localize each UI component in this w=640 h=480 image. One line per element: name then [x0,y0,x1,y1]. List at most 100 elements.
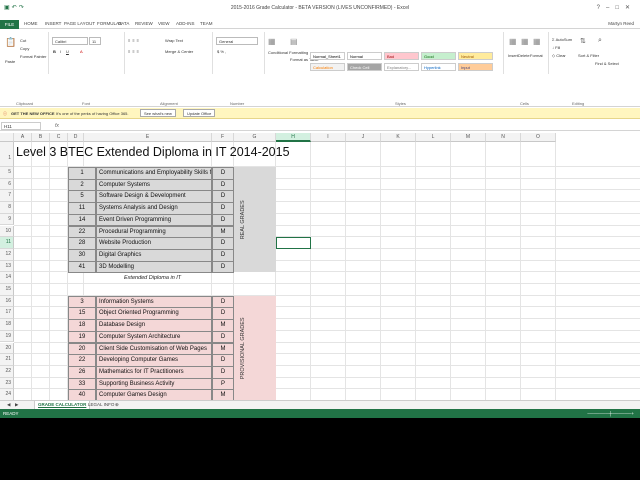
ribbon-tab-team[interactable]: TEAM [200,21,213,26]
clear-button[interactable]: ◇ Clear [552,53,566,58]
cell-style-bad[interactable]: Bad [384,52,419,60]
column-header-o[interactable]: O [521,133,556,142]
cell-style-input[interactable]: Input [458,63,493,71]
unit-number-cell[interactable]: 40 [68,389,96,400]
align-left-icon[interactable]: ≡≡≡ [128,49,141,54]
minimize-icon[interactable]: – [606,5,615,11]
row-header-7[interactable]: 7 [0,190,14,203]
unit-name-cell[interactable]: 3D Modelling [96,260,212,274]
cell-style-hyperlink[interactable]: Hyperlink [421,63,456,71]
ribbon-tab-insert[interactable]: INSERT [45,21,61,26]
format-button[interactable]: Format [530,53,543,58]
sheet-nav-next-icon[interactable]: ▶ [12,401,21,409]
column-header-b[interactable]: B [32,133,50,142]
cell-style-good[interactable]: Good [421,52,456,60]
ribbon-tab-review[interactable]: REVIEW [135,21,153,26]
row-header-18[interactable]: 18 [0,319,14,331]
row-header-16[interactable]: 16 [0,295,14,308]
close-icon[interactable]: ✕ [625,5,636,11]
row-header-19[interactable]: 19 [0,330,14,343]
column-header-i[interactable]: I [311,133,346,142]
align-top-icon[interactable]: ≡≡≡ [128,38,141,43]
column-header-j[interactable]: J [346,133,381,142]
unit-grade-cell[interactable]: D [212,260,234,274]
column-header-a[interactable]: A [14,133,32,142]
column-header-f[interactable]: F [212,133,234,142]
row-header-6[interactable]: 6 [0,178,14,191]
row-header-10[interactable]: 10 [0,225,14,238]
row-header-9[interactable]: 9 [0,213,14,226]
merge-center-button[interactable]: Merge & Center [165,49,193,54]
unit-name-cell[interactable]: Computer Games Design [96,389,212,400]
font-size-select[interactable]: 11 [89,37,101,45]
unit-number-cell[interactable]: 41 [68,260,96,274]
row-header-24[interactable]: 24 [0,389,14,400]
sort-filter-button[interactable]: Sort & Filter [578,53,599,58]
column-header-e[interactable]: E [84,133,212,142]
select-all-corner[interactable] [0,133,14,142]
cell-style-normal-sheet1[interactable]: Normal_Sheet1 [310,52,345,60]
row-header-13[interactable]: 13 [0,260,14,273]
ribbon-tab-add-ins[interactable]: ADD-INS [176,21,195,26]
column-header-g[interactable]: G [234,133,276,142]
cut-button[interactable]: Cut [20,38,26,43]
user-name[interactable]: Martyn Reed [608,21,634,26]
row-header-12[interactable]: 12 [0,248,14,261]
italic-icon[interactable]: I [60,49,61,54]
worksheet-grid[interactable]: A B C D E F G H I J K L M N O 1 5 6 7 8 9 10 11 12 13 14 15 16 17 18 1… [0,133,640,400]
ribbon-tab-home[interactable]: HOME [24,21,38,26]
row-header-23[interactable]: 23 [0,377,14,390]
paste-icon[interactable]: 📋 [5,37,16,48]
cell-style-check-cell[interactable]: Check Cell [347,63,382,71]
currency-icon[interactable]: $ % , [217,49,226,54]
window-controls[interactable]: ?–□✕ [597,4,636,11]
zoom-slider[interactable]: –──────┼──────+ [587,411,634,416]
cell-style-calculation[interactable]: Calculation [310,63,345,71]
active-cell[interactable] [276,237,311,249]
font-name-select[interactable]: Calibri [52,37,88,45]
fx-icon[interactable]: fx [55,123,59,129]
autosum-button[interactable]: Σ AutoSum [552,37,572,42]
section-header[interactable]: Extended Diploma in IT [124,275,181,281]
add-sheet-icon[interactable]: ⊕ [112,401,122,409]
ribbon-tab-file[interactable]: FILE [0,20,19,29]
see-whats-new-button[interactable]: See what's new [140,109,176,117]
delete-button[interactable]: Delete [518,53,530,58]
font-color-icon[interactable]: A [80,49,83,54]
row-header-5[interactable]: 5 [0,167,14,179]
column-header-d[interactable]: D [68,133,84,142]
row-header-20[interactable]: 20 [0,342,14,355]
fill-button[interactable]: ↓ Fill [552,45,560,50]
ribbon-tab-data[interactable]: DATA [118,21,129,26]
name-box[interactable]: H11 [1,122,41,130]
sheet-title[interactable]: Level 3 BTEC Extended Diploma in IT 2014… [16,145,290,159]
row-header-11[interactable]: 11 [0,237,14,249]
sheet-tab-grade-calculator[interactable]: GRADE CALCULATOR [34,401,91,409]
unit-grade-cell[interactable]: M [212,389,234,400]
column-header-h[interactable]: H [276,133,311,142]
cell-style-explanatory-[interactable]: Explanatory... [384,63,419,71]
ribbon-tab-view[interactable]: VIEW [158,21,170,26]
row-header-22[interactable]: 22 [0,365,14,378]
wrap-text-button[interactable]: Wrap Text [165,38,183,43]
conditional-formatting-button[interactable]: Conditional Formatting [268,50,308,55]
find-select-button[interactable]: Find & Select [595,61,619,66]
help-icon[interactable]: ? [597,5,606,11]
ribbon-tab-page-layout[interactable]: PAGE LAYOUT [64,21,95,26]
row-header-15[interactable]: 15 [0,284,14,296]
insert-button[interactable]: Insert [508,53,518,58]
copy-button[interactable]: Copy [20,46,29,51]
paste-button[interactable]: Paste [5,59,15,64]
column-header-c[interactable]: C [50,133,68,142]
column-header-k[interactable]: K [381,133,416,142]
maximize-icon[interactable]: □ [615,5,625,11]
row-header-17[interactable]: 17 [0,307,14,320]
bold-icon[interactable]: B [53,49,56,54]
row-header-21[interactable]: 21 [0,354,14,366]
row-header-8[interactable]: 8 [0,202,14,214]
format-painter-button[interactable]: Format Painter [20,54,46,59]
cell-style-normal[interactable]: Normal [347,52,382,60]
column-header-l[interactable]: L [416,133,451,142]
number-format-select[interactable]: General [216,37,258,45]
update-office-button[interactable]: Update Office [183,109,216,117]
